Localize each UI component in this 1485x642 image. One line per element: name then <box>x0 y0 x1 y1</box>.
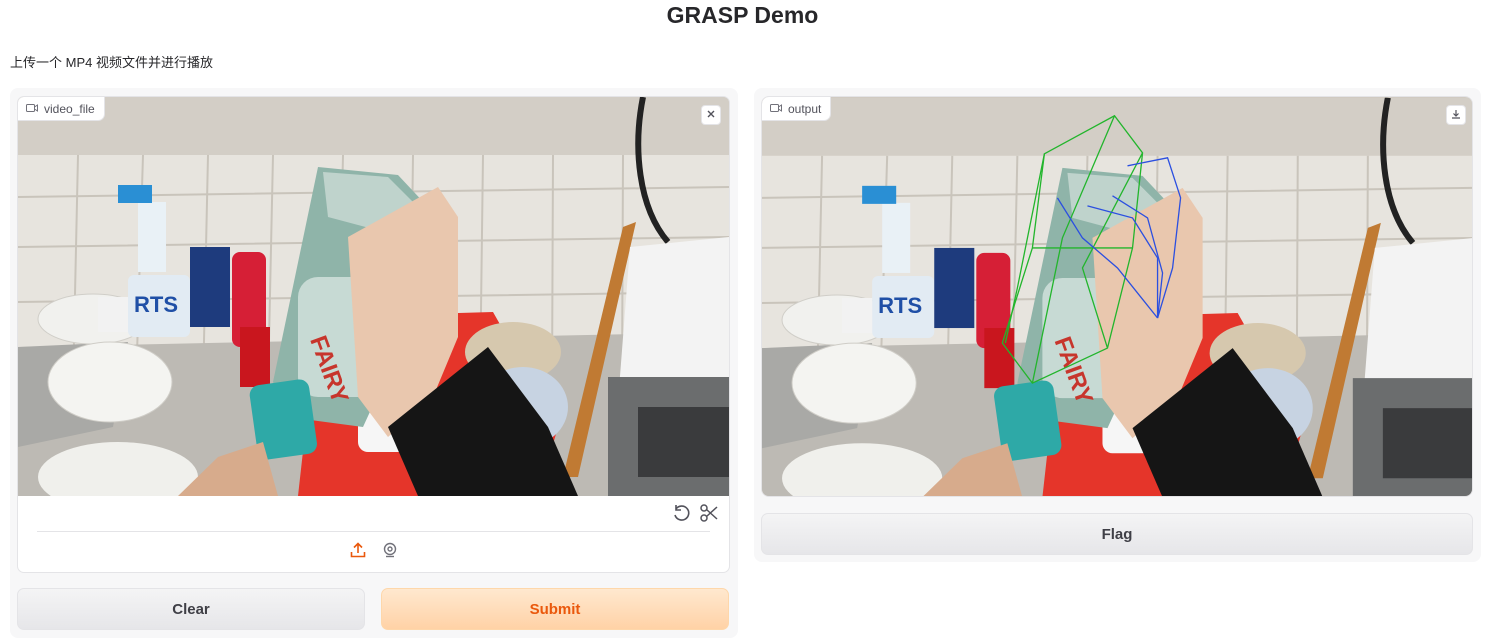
output-video-image <box>762 97 1473 497</box>
video-output-block: output <box>761 96 1473 497</box>
app-title: GRASP Demo <box>666 2 819 28</box>
undo-icon[interactable] <box>671 503 691 523</box>
output-panel: output Flag <box>754 88 1481 562</box>
input-panel: video_file Clear Submit <box>10 88 738 638</box>
submit-button[interactable]: Submit <box>381 588 729 630</box>
input-video-frame[interactable] <box>18 97 729 496</box>
video-file-label: video_file <box>18 97 105 121</box>
app-description: 上传一个 MP4 视频文件并进行播放 <box>10 55 213 70</box>
clear-button[interactable]: Clear <box>17 588 365 630</box>
output-video-frame[interactable] <box>762 97 1473 497</box>
upload-icon[interactable] <box>349 541 367 559</box>
webcam-icon[interactable] <box>381 541 399 559</box>
clear-video-button[interactable] <box>701 105 721 125</box>
output-label-text: output <box>788 101 822 116</box>
video-source-selector <box>18 541 729 559</box>
input-video-image <box>18 97 729 496</box>
flag-button[interactable]: Flag <box>761 513 1473 555</box>
output-label: output <box>762 97 832 121</box>
video-edit-tools <box>671 503 719 523</box>
close-icon <box>706 106 716 124</box>
video-camera-icon <box>26 102 38 116</box>
video-camera-icon <box>770 102 782 116</box>
download-icon <box>1451 106 1461 124</box>
download-button[interactable] <box>1446 105 1466 125</box>
divider <box>37 531 710 532</box>
video-file-label-text: video_file <box>44 101 95 116</box>
video-input-block: video_file <box>17 96 730 573</box>
scissors-icon[interactable] <box>699 503 719 523</box>
